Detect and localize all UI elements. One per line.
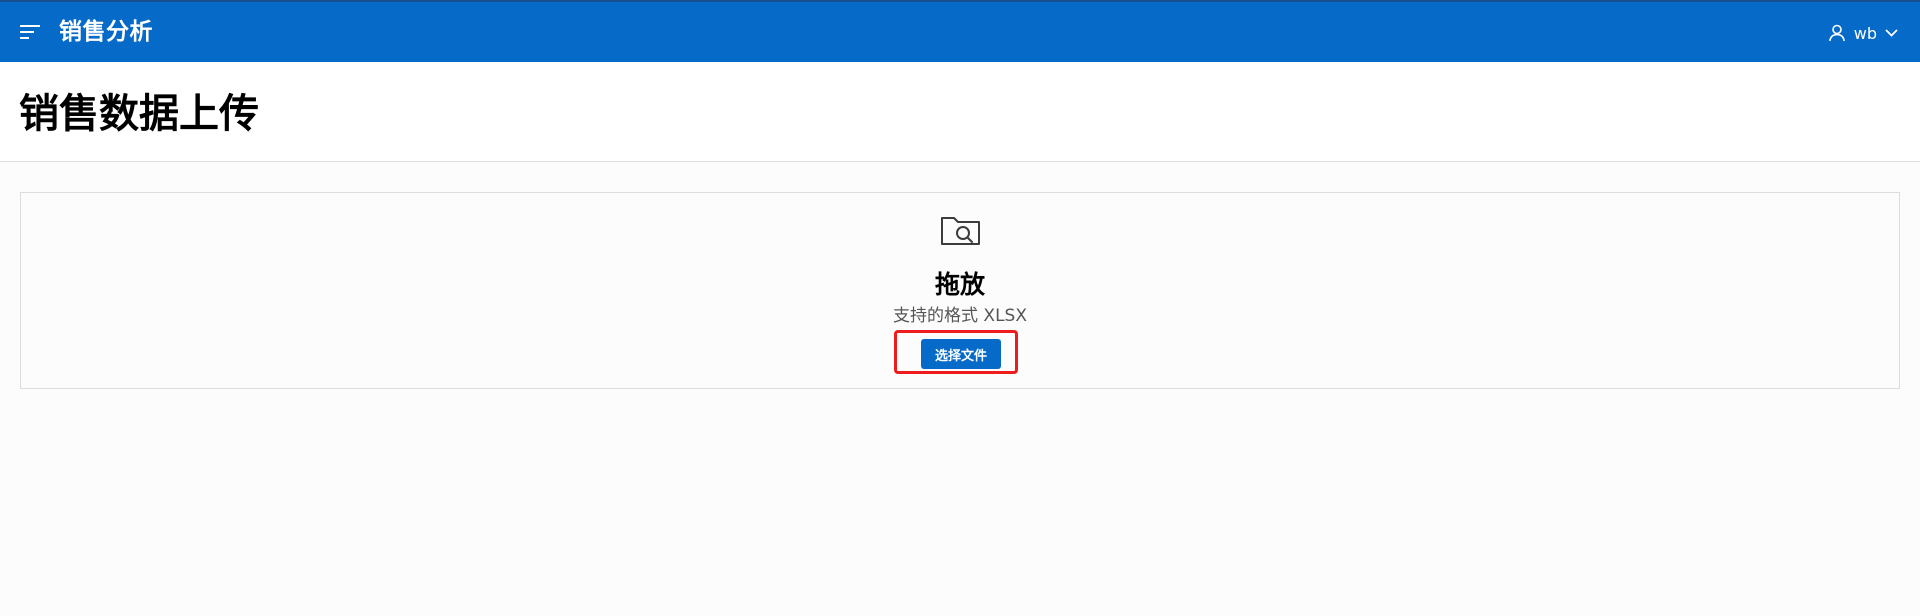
page-title: 销售数据上传: [19, 91, 259, 137]
supported-format-hint: 支持的格式 XLSX: [893, 306, 1027, 326]
file-drop-zone[interactable]: 拖放 支持的格式 XLSX 选择文件: [20, 192, 1900, 389]
app-header: 销售分析 wb: [0, 0, 1920, 62]
user-name: wb: [1853, 23, 1877, 43]
drop-label: 拖放: [934, 270, 985, 299]
chevron-down-icon: [1885, 29, 1898, 37]
user-icon: [1828, 24, 1845, 42]
user-menu-button[interactable]: wb: [1828, 20, 1898, 46]
page-title-bar: 销售数据上传: [0, 62, 1920, 162]
choose-file-button[interactable]: 选择文件: [921, 339, 1001, 369]
folder-search-icon: [941, 217, 980, 245]
app-title[interactable]: 销售分析: [59, 16, 153, 48]
navigation-menu-toggle[interactable]: [20, 25, 40, 39]
hamburger-menu-icon: [20, 25, 40, 39]
